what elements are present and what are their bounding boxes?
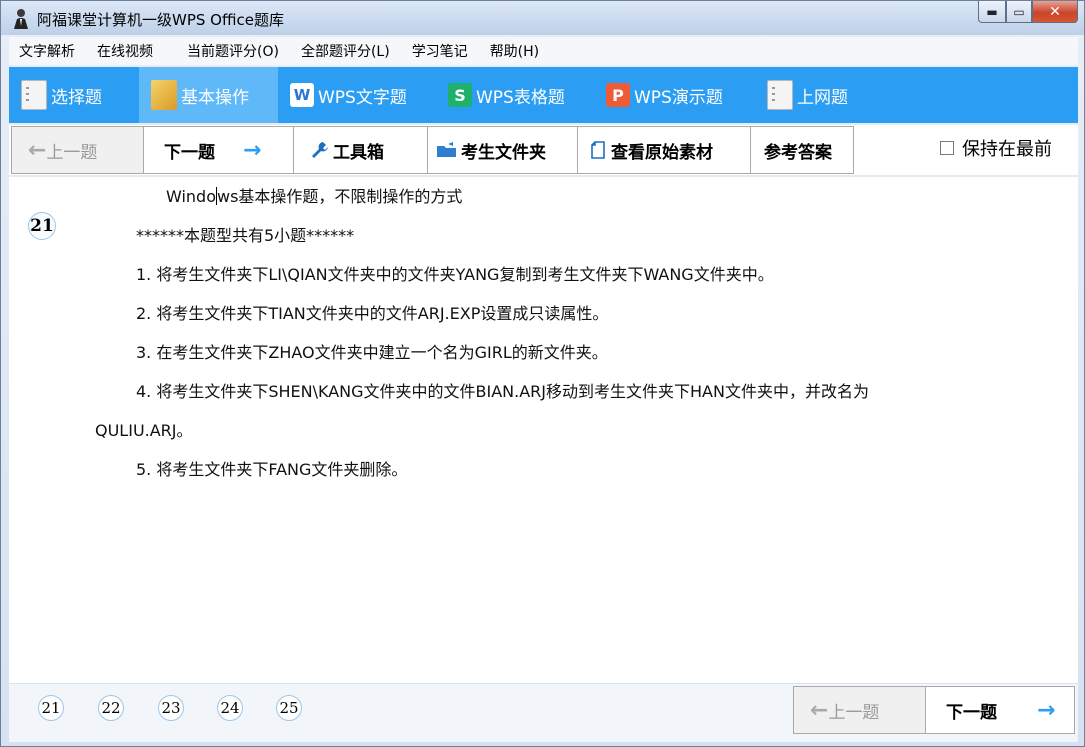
bottom-next-question-label: 下一题: [946, 702, 997, 723]
page-number-22[interactable]: 22: [98, 695, 124, 721]
prev-question-button[interactable]: ← 上一题: [11, 126, 144, 174]
keep-on-top-label: 保持在最前: [962, 139, 1052, 160]
page-number-25[interactable]: 25: [276, 695, 302, 721]
question-item: 3. 在考生文件夹下ZHAO文件夹中建立一个名为GIRL的新文件夹。: [136, 343, 608, 362]
app-window: 阿福课堂计算机一级WPS Office题库 ▬ ▭ ✕ 文字解析 在线视频 当前…: [0, 0, 1085, 747]
folder-icon: [437, 142, 456, 157]
category-wps-writer[interactable]: W WPS文字题: [278, 67, 436, 123]
student-folder-button[interactable]: 考生文件夹: [427, 126, 578, 174]
bottom-next-question-button[interactable]: 下一题 →: [925, 686, 1075, 734]
student-folder-label: 考生文件夹: [461, 142, 546, 163]
bottom-prev-question-label: 上一题: [828, 702, 880, 723]
question-count-line: ******本题型共有5小题******: [136, 226, 355, 245]
category-wps-spreadsheet[interactable]: S WPS表格题: [436, 67, 594, 123]
question-item: 4. 将考生文件夹下SHEN\KANG文件夹中的文件BIAN.ARJ移动到考生文…: [136, 382, 869, 401]
question-item: 1. 将考生文件夹下LI\QIAN文件夹中的文件夹YANG复制到考生文件夹下WA…: [136, 265, 774, 284]
menu-grade-current[interactable]: 当前题评分(O): [177, 41, 289, 61]
toolbox-button[interactable]: 工具箱: [293, 126, 428, 174]
prev-question-label: 上一题: [46, 142, 98, 163]
bottom-prev-question-button[interactable]: ← 上一题: [793, 686, 926, 734]
next-question-label: 下一题: [164, 142, 215, 163]
question-number-badge: 21: [28, 212, 56, 240]
arrow-right-icon: →: [1037, 697, 1056, 723]
menu-help[interactable]: 帮助(H): [480, 41, 549, 61]
tool-bar: ← 上一题 下一题 → 工具箱 考生文件夹 查看原始素材 参考答案 保持在最前: [9, 125, 1078, 175]
arrow-left-icon: ←: [810, 697, 829, 723]
arrow-right-icon: →: [243, 137, 262, 163]
question-item: 2. 将考生文件夹下TIAN文件夹中的文件ARJ.EXP设置成只读属性。: [136, 304, 609, 323]
category-label: 选择题: [51, 87, 102, 108]
view-original-label: 查看原始素材: [611, 142, 713, 163]
wps-writer-icon: W: [290, 83, 314, 107]
next-question-button[interactable]: 下一题 →: [143, 126, 294, 174]
reference-answer-button[interactable]: 参考答案: [750, 126, 854, 174]
title-bar[interactable]: 阿福课堂计算机一级WPS Office题库 ▬ ▭ ✕: [1, 1, 1084, 35]
person-icon: [14, 9, 28, 29]
category-internet[interactable]: 上网题: [755, 67, 885, 123]
page-number-23[interactable]: 23: [158, 695, 184, 721]
category-label: WPS表格题: [476, 87, 565, 108]
minimize-icon: ▬: [986, 4, 998, 19]
window-title: 阿福课堂计算机一级WPS Office题库: [37, 11, 284, 29]
wrench-icon: [312, 142, 328, 158]
document-icon: [767, 80, 793, 110]
bottom-pager-bar: 21 22 23 24 25 ← 上一题 下一题 →: [9, 684, 1078, 742]
menu-online-video[interactable]: 在线视频: [87, 41, 163, 61]
category-basic-operation[interactable]: 基本操作: [139, 67, 278, 123]
wps-spreadsheet-icon: S: [448, 83, 472, 107]
maximize-button[interactable]: ▭: [1006, 1, 1032, 23]
toolbox-label: 工具箱: [333, 142, 384, 163]
folder-icon: [151, 80, 177, 110]
document-icon: [21, 80, 47, 110]
menu-study-notes[interactable]: 学习笔记: [402, 41, 478, 61]
question-heading: Windows基本操作题，不限制操作的方式: [166, 183, 462, 207]
category-label: WPS演示题: [634, 87, 723, 108]
keep-on-top-toggle[interactable]: 保持在最前: [940, 135, 1052, 161]
category-label: 上网题: [797, 87, 848, 108]
menu-text-analysis[interactable]: 文字解析: [9, 41, 85, 61]
heading-text-end: ws基本操作题，不限制操作的方式: [217, 187, 463, 206]
close-icon: ✕: [1049, 3, 1061, 20]
question-item: 5. 将考生文件夹下FANG文件夹删除。: [136, 460, 408, 479]
close-button[interactable]: ✕: [1032, 1, 1078, 23]
view-original-button[interactable]: 查看原始素材: [577, 126, 751, 174]
question-item-continued: QULIU.ARJ。: [95, 421, 193, 440]
menu-bar: 文字解析 在线视频 当前题评分(O) 全部题评分(L) 学习笔记 帮助(H): [9, 37, 1078, 65]
maximize-icon: ▭: [1013, 4, 1025, 19]
category-label: WPS文字题: [318, 87, 407, 108]
wps-presentation-icon: P: [606, 83, 630, 107]
keep-on-top-checkbox[interactable]: [940, 141, 954, 155]
file-icon: [591, 141, 605, 159]
page-number-21[interactable]: 21: [38, 695, 64, 721]
minimize-button[interactable]: ▬: [978, 1, 1006, 23]
reference-answer-label: 参考答案: [764, 142, 832, 163]
arrow-left-icon: ←: [28, 137, 47, 163]
category-bar: 选择题 基本操作 W WPS文字题 S WPS表格题 P WPS演示题 上网题: [9, 67, 1078, 123]
menu-grade-all[interactable]: 全部题评分(L): [291, 41, 400, 61]
window-controls: ▬ ▭ ✕: [978, 1, 1078, 23]
category-label: 基本操作: [181, 87, 249, 108]
page-number-24[interactable]: 24: [217, 695, 243, 721]
category-choice[interactable]: 选择题: [9, 67, 139, 123]
question-content[interactable]: Windows基本操作题，不限制操作的方式 21 ******本题型共有5小题*…: [9, 177, 1078, 683]
heading-text-start: Windo: [166, 187, 216, 206]
category-wps-presentation[interactable]: P WPS演示题: [594, 67, 755, 123]
